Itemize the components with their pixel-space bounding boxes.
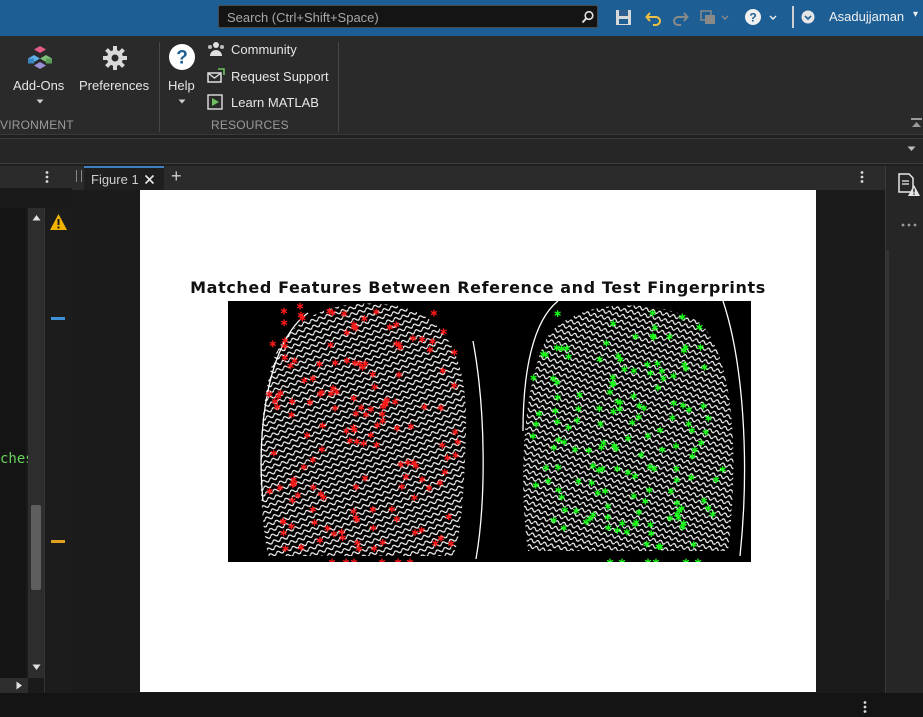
panel-splitter[interactable]: [886, 250, 889, 600]
community-icon: [208, 42, 224, 56]
resources-section-label: RESOURCES: [211, 118, 289, 132]
more-options-icon[interactable]: [44, 170, 50, 184]
chevron-down-icon[interactable]: [36, 99, 44, 105]
gear-icon[interactable]: [102, 45, 128, 71]
right-side-panel: [885, 166, 923, 693]
help-icon[interactable]: ?: [744, 8, 782, 26]
svg-text:?: ?: [176, 48, 188, 69]
analyzer-marker-orange[interactable]: [51, 540, 65, 543]
help-icon[interactable]: ?: [168, 43, 196, 71]
redo-icon[interactable]: [672, 9, 689, 26]
tab-label: Figure 1: [91, 172, 139, 187]
more-options-icon[interactable]: [859, 170, 865, 184]
editor-panel-header: [0, 166, 72, 188]
community-link[interactable]: Community: [231, 42, 297, 57]
scroll-up-arrow-icon[interactable]: [32, 214, 41, 221]
add-tab-button[interactable]: +: [171, 166, 182, 187]
analyzer-marker-blue[interactable]: [51, 317, 65, 320]
chevron-down-icon[interactable]: [178, 99, 186, 105]
request-support-icon: [207, 68, 225, 83]
save-icon[interactable]: [615, 9, 632, 26]
svg-text:?: ?: [749, 11, 756, 25]
editor-content[interactable]: [0, 208, 26, 678]
toolbar-divider: [792, 6, 794, 28]
search-input[interactable]: [225, 8, 569, 27]
collapse-ribbon-icon[interactable]: [910, 117, 923, 129]
environment-section-label: VIRONMENT: [0, 118, 74, 132]
user-avatar-icon[interactable]: [801, 10, 815, 24]
user-name[interactable]: Asadujjaman: [829, 9, 904, 24]
scroll-right-arrow-icon[interactable]: [16, 681, 23, 690]
section-divider: [338, 42, 339, 132]
request-support-link[interactable]: Request Support: [231, 69, 329, 84]
window-layout-icon[interactable]: [700, 9, 730, 26]
document-warning-icon[interactable]: [897, 173, 921, 197]
search-icon[interactable]: [581, 10, 595, 24]
add-ons-icon[interactable]: [27, 45, 53, 71]
add-ons-button[interactable]: Add-Ons: [13, 78, 64, 93]
current-folder-bar[interactable]: [0, 138, 923, 164]
user-menu-caret-icon[interactable]: ▾: [913, 9, 918, 20]
preferences-button[interactable]: Preferences: [79, 78, 149, 93]
fingerprint-montage-graphic: [260, 300, 746, 566]
editor-scrollbar-thumb[interactable]: [31, 505, 41, 590]
undo-icon[interactable]: [645, 9, 662, 26]
code-analyzer-strip: [44, 208, 72, 693]
section-divider: [159, 42, 160, 132]
warning-icon[interactable]: [49, 213, 68, 231]
figure-tab-bar: [72, 166, 885, 190]
help-button[interactable]: Help: [168, 78, 195, 93]
horizontal-scrollbar[interactable]: [0, 678, 28, 693]
tab-figure-1[interactable]: Figure 1: [84, 166, 164, 190]
status-bar: [0, 693, 923, 717]
more-options-icon[interactable]: [862, 700, 868, 714]
fingerprint-montage-image: [228, 300, 751, 566]
close-icon[interactable]: [144, 174, 155, 185]
editor-scrollbar[interactable]: [28, 208, 44, 678]
search-box[interactable]: [218, 5, 598, 28]
chevron-down-icon[interactable]: [907, 146, 916, 152]
learn-matlab-icon: [207, 94, 223, 110]
tab-grip-icon[interactable]: [76, 170, 82, 182]
more-options-icon[interactable]: [900, 222, 918, 228]
scroll-down-arrow-icon[interactable]: [32, 664, 41, 671]
figure-title: Matched Features Between Reference and T…: [190, 278, 766, 297]
learn-matlab-link[interactable]: Learn MATLAB: [231, 95, 319, 110]
